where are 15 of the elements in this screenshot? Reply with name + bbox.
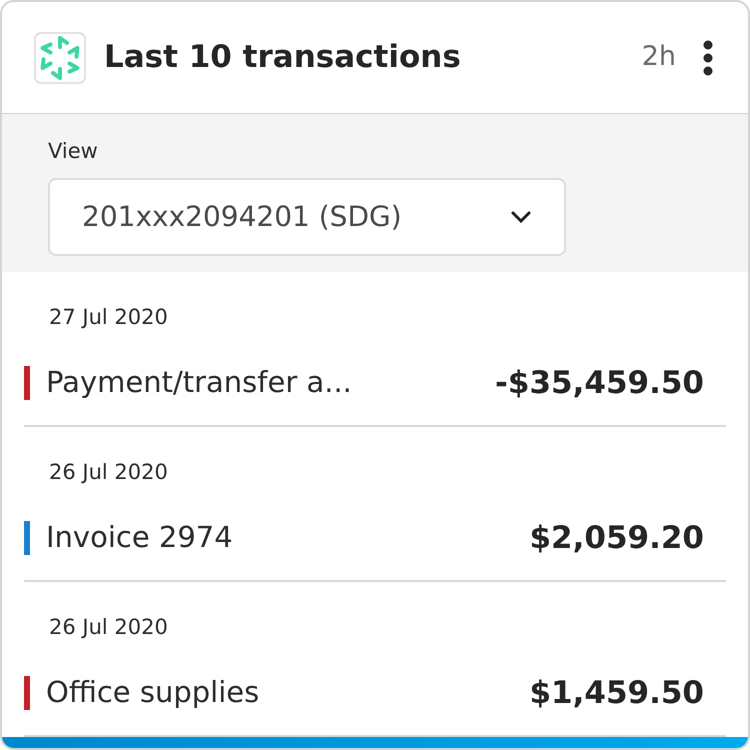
account-dropdown[interactable]: 201xxx2094201 (SDG) xyxy=(48,178,566,256)
transaction-amount: -$35,459.50 xyxy=(495,364,704,402)
view-label: View xyxy=(48,138,99,165)
transaction-amount: $2,059.20 xyxy=(529,518,704,558)
chevron-down-icon xyxy=(510,210,532,224)
widget-title: Last 10 transactions xyxy=(104,38,461,78)
transaction-date: 27 Jul 2020 xyxy=(49,304,169,331)
transaction-amount: $1,459.50 xyxy=(529,674,704,712)
transaction-date: 26 Jul 2020 xyxy=(49,614,169,641)
transaction-description: Invoice 2974 xyxy=(46,519,233,556)
transaction-date: 26 Jul 2020 xyxy=(49,459,169,486)
more-icon xyxy=(703,40,713,76)
transaction-description: Office supplies xyxy=(46,674,260,711)
updated-time: 2h xyxy=(642,40,676,74)
transaction-description: Payment/transfer a... xyxy=(46,364,352,401)
